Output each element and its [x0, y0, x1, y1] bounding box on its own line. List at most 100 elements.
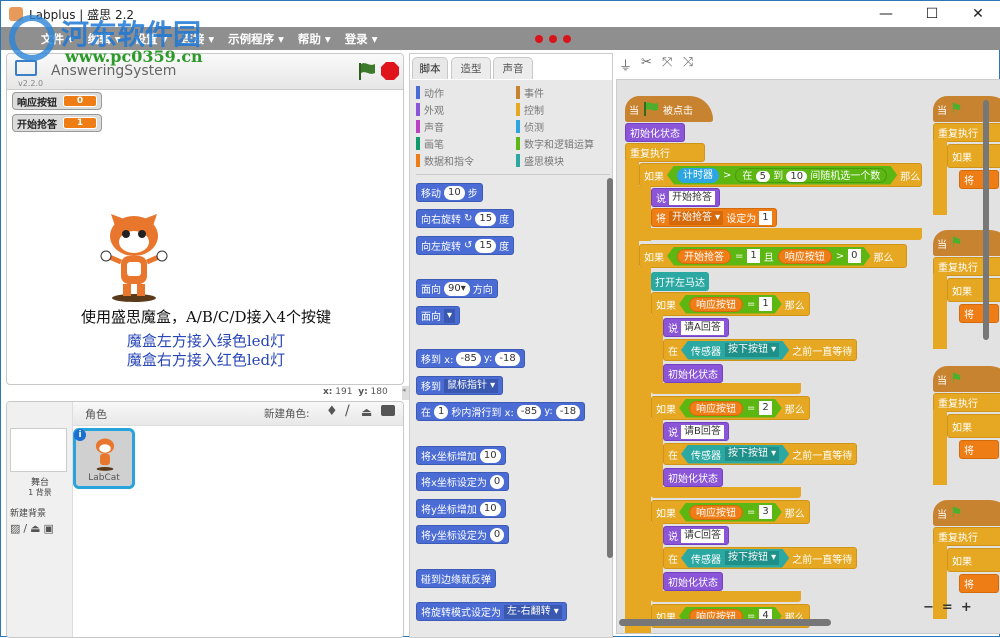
- block-turn-left[interactable]: 向左旋转↺15度: [416, 236, 514, 255]
- palette-scrollbar[interactable]: [607, 178, 613, 558]
- eq-operator[interactable]: 响应按钮=2: [679, 399, 782, 418]
- sensor-reporter[interactable]: 传感器按下按钮 ▾: [681, 445, 789, 464]
- n[interactable]: 5: [756, 171, 770, 182]
- sensor-reporter[interactable]: 传感器按下按钮 ▾: [681, 549, 789, 568]
- when-flag-clicked-block[interactable]: 当 被点击: [625, 96, 713, 122]
- say-block[interactable]: 说请A回答: [663, 318, 729, 337]
- button-dropdown[interactable]: 按下按钮 ▾: [725, 551, 779, 565]
- if-block[interactable]: 如果 开始抢答 = 1 且 响应按钮 > 0 那么: [639, 244, 907, 268]
- category-item[interactable]: 侦测: [516, 119, 544, 134]
- sensor-reporter[interactable]: 传感器按下按钮 ▾: [681, 341, 789, 360]
- tab-scripts[interactable]: 脚本: [412, 57, 448, 79]
- gt-operator[interactable]: 计时器 > 在 5 到 10 间随机选一个数: [667, 166, 897, 185]
- block-point-direction[interactable]: 面向90▾方向: [416, 279, 498, 298]
- init-state-block[interactable]: 初始化状态: [663, 572, 723, 591]
- zoom-reset-icon[interactable]: =: [942, 600, 953, 618]
- n[interactable]: -18: [556, 405, 580, 419]
- if-block[interactable]: 如果响应按钮=2那么: [651, 396, 810, 420]
- block-goto[interactable]: 移到鼠标指针 ▾: [416, 376, 503, 395]
- category-item[interactable]: 数据和指令: [416, 153, 474, 168]
- variable-reporter[interactable]: 响应按钮: [689, 505, 743, 520]
- green-flag-icon[interactable]: [356, 61, 376, 81]
- value-input[interactable]: 1: [759, 297, 771, 311]
- if-block[interactable]: 如果: [947, 278, 1000, 302]
- upload-icon[interactable]: ⏏: [361, 405, 372, 419]
- when-flag-clicked-block[interactable]: 当⚑: [933, 366, 1000, 392]
- variable-dropdown[interactable]: 开始抢答 ▾: [669, 211, 723, 225]
- if-block[interactable]: 如果 计时器 > 在 5 到 10 间随机选一个数 那么: [639, 163, 922, 187]
- init-state-block[interactable]: 初始化状态: [663, 364, 723, 383]
- backdrop-tools-icon[interactable]: ▨/⏏▣: [10, 522, 57, 535]
- motor-on-block[interactable]: 打开左马达: [651, 272, 709, 291]
- if-block[interactable]: 如果响应按钮=1那么: [651, 292, 810, 316]
- category-item[interactable]: 事件: [516, 85, 544, 100]
- tab-costumes[interactable]: 造型: [451, 57, 491, 79]
- value-input[interactable]: 0: [848, 249, 860, 263]
- init-state-block[interactable]: 初始化状态: [663, 468, 723, 487]
- and-operator[interactable]: 开始抢答 = 1 且 响应按钮 > 0: [667, 247, 871, 266]
- n[interactable]: 10: [786, 171, 807, 182]
- timer-reporter[interactable]: 计时器: [677, 168, 719, 183]
- block-set-y[interactable]: 将y坐标设定为0: [416, 525, 509, 544]
- if-block[interactable]: 如果: [947, 144, 1000, 168]
- dropdown[interactable]: 左-右翻转 ▾: [504, 605, 562, 619]
- text-input[interactable]: 开始抢答: [669, 191, 715, 205]
- category-item[interactable]: 数字和逻辑运算: [516, 136, 594, 151]
- fullscreen-icon[interactable]: [15, 60, 37, 76]
- if-block[interactable]: 如果: [947, 414, 1000, 438]
- grow-icon[interactable]: ⤧: [662, 55, 672, 70]
- cut-icon[interactable]: ✂: [641, 55, 652, 70]
- block-change-x[interactable]: 将x坐标增加10: [416, 446, 506, 465]
- button-dropdown[interactable]: 按下按钮 ▾: [725, 447, 779, 461]
- menu-help[interactable]: 帮助 ▾: [298, 31, 331, 47]
- category-item[interactable]: 画笔: [416, 136, 444, 151]
- text-input[interactable]: 请A回答: [681, 321, 724, 335]
- n[interactable]: 15: [475, 212, 496, 226]
- eq-operator[interactable]: 响应按钮=3: [679, 503, 782, 522]
- n[interactable]: 15: [475, 239, 496, 253]
- say-block[interactable]: 说开始抢答: [651, 188, 720, 207]
- close-button[interactable]: ✕: [955, 1, 1000, 27]
- scripts-area[interactable]: 当 被点击 初始化状态 重复执行 如果 计时器 > 在 5 到 10 间随机选一…: [616, 79, 1000, 634]
- block-goto-xy[interactable]: 移到 x:-85y:-18: [416, 349, 525, 368]
- n[interactable]: 10: [480, 449, 501, 463]
- if-block[interactable]: 如果响应按钮=3那么: [651, 500, 810, 524]
- maximize-button[interactable]: ☐: [909, 1, 955, 27]
- when-flag-clicked-block[interactable]: 当⚑: [933, 230, 1000, 256]
- variable-reporter[interactable]: 响应按钮: [689, 297, 743, 312]
- camera-icon[interactable]: [381, 405, 395, 416]
- category-item[interactable]: 外观: [416, 102, 444, 117]
- category-item[interactable]: 声音: [416, 119, 444, 134]
- wait-until-block[interactable]: 在传感器按下按钮 ▾之前一直等待: [663, 339, 857, 361]
- zoom-in-icon[interactable]: +: [961, 600, 972, 618]
- minimize-button[interactable]: —: [863, 1, 909, 27]
- wait-until-block[interactable]: 在传感器按下按钮 ▾之前一直等待: [663, 443, 857, 465]
- variable-reporter[interactable]: 响应按钮: [778, 249, 832, 264]
- stop-icon[interactable]: [380, 61, 400, 81]
- sprite-tile[interactable]: i LabCat: [73, 428, 135, 489]
- vertical-scrollbar[interactable]: [983, 100, 989, 340]
- button-dropdown[interactable]: 按下按钮 ▾: [725, 343, 779, 357]
- set-variable-block[interactable]: 将开始抢答 ▾设定为1: [651, 208, 777, 227]
- n[interactable]: -18: [495, 352, 519, 366]
- init-state-block[interactable]: 初始化状态: [625, 123, 685, 142]
- n[interactable]: 1: [434, 405, 448, 419]
- stage-thumbnail[interactable]: [10, 428, 67, 472]
- set-variable-block[interactable]: 将: [959, 574, 999, 593]
- stamp-icon[interactable]: ⏚: [619, 55, 632, 74]
- if-block[interactable]: 如果: [947, 548, 1000, 572]
- variable-reporter[interactable]: 响应按钮: [689, 401, 743, 416]
- n[interactable]: 0: [490, 528, 504, 542]
- say-block[interactable]: 说请B回答: [663, 422, 729, 441]
- text-input[interactable]: 请B回答: [681, 425, 724, 439]
- when-flag-clicked-block[interactable]: 当⚑: [933, 500, 1000, 526]
- value-input[interactable]: 3: [759, 505, 771, 519]
- block-change-y[interactable]: 将y坐标增加10: [416, 499, 506, 518]
- dropdown[interactable]: 鼠标指针 ▾: [444, 379, 498, 393]
- n[interactable]: -85: [517, 405, 541, 419]
- random-reporter[interactable]: 在 5 到 10 间随机选一个数: [735, 168, 887, 183]
- labcat-sprite[interactable]: [99, 204, 169, 304]
- set-variable-block[interactable]: 将: [959, 170, 999, 189]
- info-icon[interactable]: i: [74, 429, 86, 441]
- text-input[interactable]: 请C回答: [681, 529, 724, 543]
